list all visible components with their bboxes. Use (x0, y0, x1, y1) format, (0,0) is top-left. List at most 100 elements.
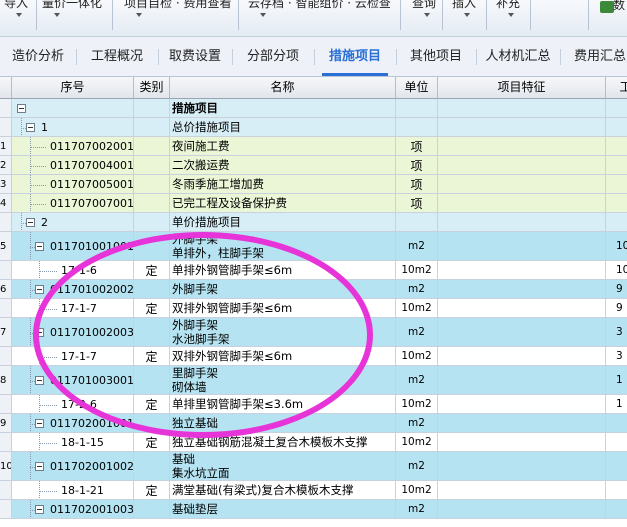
unit-cell[interactable]: m2 (396, 280, 438, 298)
tab-6[interactable]: 人材机汇总 (476, 37, 560, 76)
collapse-icon[interactable] (35, 242, 44, 251)
table-row[interactable]: 8 011701003001 里脚手架 砌体墙 m2 1 (0, 366, 627, 395)
table-row[interactable]: 17-2-6 定单排里钢管脚手架≤3.6m 10m2 1 (0, 395, 627, 414)
quantity-cell[interactable]: 1 (606, 395, 627, 413)
table-row[interactable]: 17-1-7 定双排外钢管脚手架≤6m 10m2 3 (0, 347, 627, 366)
name-cell[interactable]: 双排外钢管脚手架≤6m (170, 347, 396, 365)
tab-3[interactable]: 分部分项 (232, 37, 314, 76)
dropdown-arrow-icon[interactable] (508, 13, 514, 17)
category-cell[interactable]: 定 (134, 433, 170, 451)
name-cell[interactable]: 二次搬运费 (170, 156, 396, 174)
collapse-icon[interactable] (26, 218, 35, 227)
toolbar-item-0[interactable]: 导入 (4, 0, 28, 11)
table-row[interactable]: 5 011701001001 外脚手架单排外，柱脚手架 m2 10 (0, 232, 627, 261)
toolbar-item-4[interactable]: 查询 (412, 0, 436, 11)
feature-cell[interactable] (438, 156, 606, 174)
quantity-cell[interactable] (606, 99, 627, 117)
quantity-cell[interactable] (606, 452, 627, 480)
collapse-icon[interactable] (17, 104, 26, 113)
code-cell[interactable] (12, 99, 134, 117)
column-header-3[interactable]: 单位 (396, 77, 438, 98)
category-cell[interactable] (134, 414, 170, 432)
table-row[interactable]: 17-1-6 定单排外钢管脚手架≤6m 10m2 10 (0, 261, 627, 280)
unit-cell[interactable]: 10m2 (396, 299, 438, 317)
feature-cell[interactable] (438, 194, 606, 212)
measures-grid[interactable]: 序号 类别 名称 单位 项目特征工 措施项目 1 总价措施项目 1 011707002001 夜间… (0, 77, 627, 527)
code-cell[interactable]: 2 (12, 213, 134, 231)
quantity-cell[interactable] (606, 175, 627, 193)
feature-cell[interactable] (438, 118, 606, 136)
category-cell[interactable]: 定 (134, 261, 170, 279)
feature-cell[interactable] (438, 261, 606, 279)
unit-cell[interactable]: 10m2 (396, 433, 438, 451)
table-row[interactable]: 18-1-15 定独立基础钢筋混凝土复合木模板木支撑 10m2 (0, 433, 627, 452)
code-cell[interactable]: 011702001002 (12, 452, 134, 480)
unit-cell[interactable]: 10m2 (396, 347, 438, 365)
table-row[interactable]: 2 单价措施项目 (0, 213, 627, 232)
table-row[interactable]: 18-1-21 定满堂基础(有梁式)复合木模板木支撑 10m2 (0, 481, 627, 500)
table-row[interactable]: 17-1-7 定双排外钢管脚手架≤6m 10m2 9 (0, 299, 627, 318)
dropdown-arrow-icon[interactable] (16, 13, 22, 17)
dropdown-arrow-icon[interactable] (424, 13, 430, 17)
collapse-icon[interactable] (26, 123, 35, 132)
code-cell[interactable]: 011701001001 (12, 232, 134, 260)
tab-7[interactable]: 费用汇总 (560, 37, 627, 76)
unit-cell[interactable]: 10m2 (396, 481, 438, 499)
code-cell[interactable]: 1 (12, 118, 134, 136)
category-cell[interactable]: 定 (134, 299, 170, 317)
feature-cell[interactable] (438, 347, 606, 365)
column-header-1[interactable]: 类别 (134, 77, 170, 98)
quantity-cell[interactable] (606, 156, 627, 174)
toolbar-item-2[interactable]: 项目自检 · 费用查看 (124, 0, 231, 11)
code-cell[interactable]: 18-1-15 (12, 433, 134, 451)
name-cell[interactable]: 总价措施项目 (170, 118, 396, 136)
name-cell[interactable]: 夜间施工费 (170, 137, 396, 155)
unit-cell[interactable] (396, 118, 438, 136)
category-cell[interactable] (134, 232, 170, 260)
dropdown-arrow-icon[interactable] (136, 13, 142, 17)
category-cell[interactable] (134, 318, 170, 346)
unit-cell[interactable]: m2 (396, 452, 438, 480)
data-icon[interactable] (600, 1, 614, 13)
category-cell[interactable] (134, 175, 170, 193)
category-cell[interactable] (134, 194, 170, 212)
column-header-2[interactable]: 名称 (170, 77, 396, 98)
name-cell[interactable]: 双排外钢管脚手架≤6m (170, 299, 396, 317)
toolbar-right-label[interactable]: 数 (613, 0, 625, 13)
table-row[interactable]: 措施项目 (0, 99, 627, 118)
collapse-icon[interactable] (35, 462, 44, 471)
name-cell[interactable]: 基础垫层 (170, 500, 396, 518)
collapse-icon[interactable] (35, 376, 44, 385)
category-cell[interactable] (134, 452, 170, 480)
quantity-cell[interactable]: 3 (606, 347, 627, 365)
feature-cell[interactable] (438, 99, 606, 117)
name-cell[interactable]: 单排里钢管脚手架≤3.6m (170, 395, 396, 413)
name-cell[interactable]: 满堂基础(有梁式)复合木模板木支撑 (170, 481, 396, 499)
dropdown-arrow-icon[interactable] (54, 13, 60, 17)
code-cell[interactable]: 17-2-6 (12, 395, 134, 413)
code-cell[interactable]: 011707007001 (12, 194, 134, 212)
feature-cell[interactable] (438, 213, 606, 231)
dropdown-arrow-icon[interactable] (260, 13, 266, 17)
feature-cell[interactable] (438, 366, 606, 394)
tab-1[interactable]: 工程概况 (76, 37, 158, 76)
quantity-cell[interactable] (606, 414, 627, 432)
feature-cell[interactable] (438, 500, 606, 518)
unit-cell[interactable] (396, 213, 438, 231)
unit-cell[interactable]: 项 (396, 194, 438, 212)
collapse-icon[interactable] (35, 328, 44, 337)
category-cell[interactable] (134, 280, 170, 298)
code-cell[interactable]: 17-1-7 (12, 347, 134, 365)
table-row[interactable]: 9 011702001001 独立基础 m2 (0, 414, 627, 433)
unit-cell[interactable]: 项 (396, 137, 438, 155)
category-cell[interactable] (134, 99, 170, 117)
name-cell[interactable]: 已完工程及设备保护费 (170, 194, 396, 212)
name-cell[interactable]: 外脚手架 水池脚手架 (170, 318, 396, 346)
feature-cell[interactable] (438, 452, 606, 480)
unit-cell[interactable] (396, 99, 438, 117)
unit-cell[interactable]: m2 (396, 500, 438, 518)
category-cell[interactable]: 定 (134, 347, 170, 365)
quantity-cell[interactable]: 3 (606, 318, 627, 346)
name-cell[interactable]: 独立基础钢筋混凝土复合木模板木支撑 (170, 433, 396, 451)
collapse-icon[interactable] (35, 419, 44, 428)
